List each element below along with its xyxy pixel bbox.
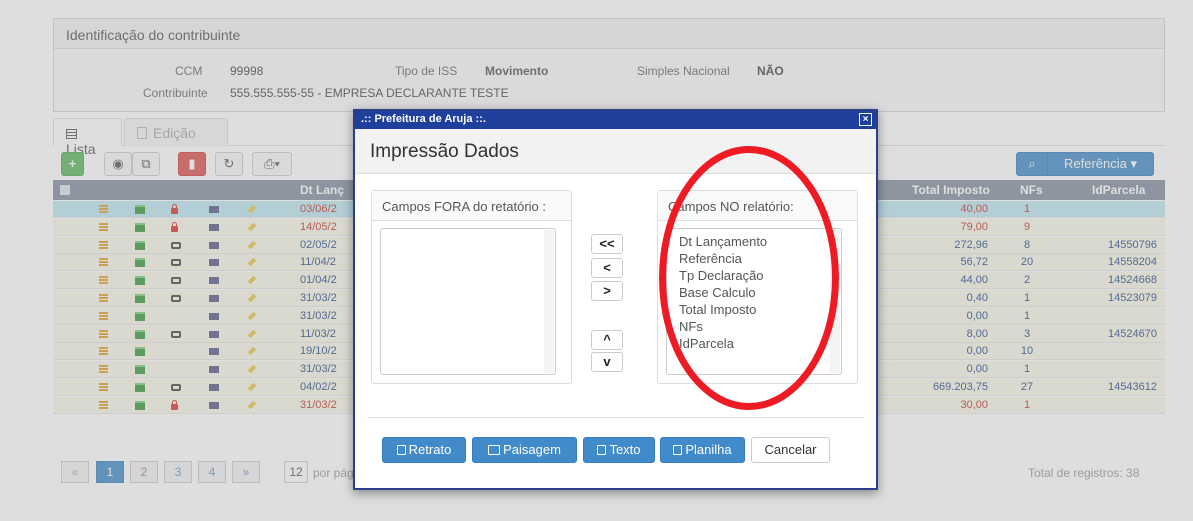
file-text-icon (597, 445, 607, 455)
move-right-button[interactable]: > (591, 281, 623, 301)
planilha-label: Planilha (685, 442, 732, 457)
move-all-left-button[interactable]: << (591, 234, 623, 254)
retrato-button[interactable]: Retrato (382, 437, 466, 463)
scrollbar[interactable] (544, 230, 554, 373)
annotation-circle (659, 146, 839, 410)
move-left-button[interactable]: < (591, 258, 623, 278)
planilha-button[interactable]: Planilha (660, 437, 745, 463)
divider (367, 417, 864, 418)
close-icon[interactable]: × (859, 113, 872, 126)
dialog-titlebar: .:: Prefeitura de Aruja ::. × (355, 111, 876, 129)
image-icon (396, 445, 406, 455)
campos-fora-list[interactable] (380, 228, 556, 375)
texto-button[interactable]: Texto (583, 437, 655, 463)
move-up-button[interactable]: ^ (591, 330, 623, 350)
dialog-window-title: .:: Prefeitura de Aruja ::. (361, 113, 486, 125)
cancelar-button[interactable]: Cancelar (751, 437, 830, 463)
landscape-icon (488, 445, 501, 455)
campos-fora-panel: Campos FORA do retatório : (371, 190, 572, 384)
texto-label: Texto (609, 442, 641, 457)
retrato-label: Retrato (408, 442, 452, 457)
paisagem-button[interactable]: Paisagem (472, 437, 577, 463)
paisagem-label: Paisagem (503, 442, 561, 457)
spreadsheet-icon (673, 445, 683, 455)
campos-fora-title: Campos FORA do retatório : (372, 191, 571, 221)
move-down-button[interactable]: v (591, 352, 623, 372)
